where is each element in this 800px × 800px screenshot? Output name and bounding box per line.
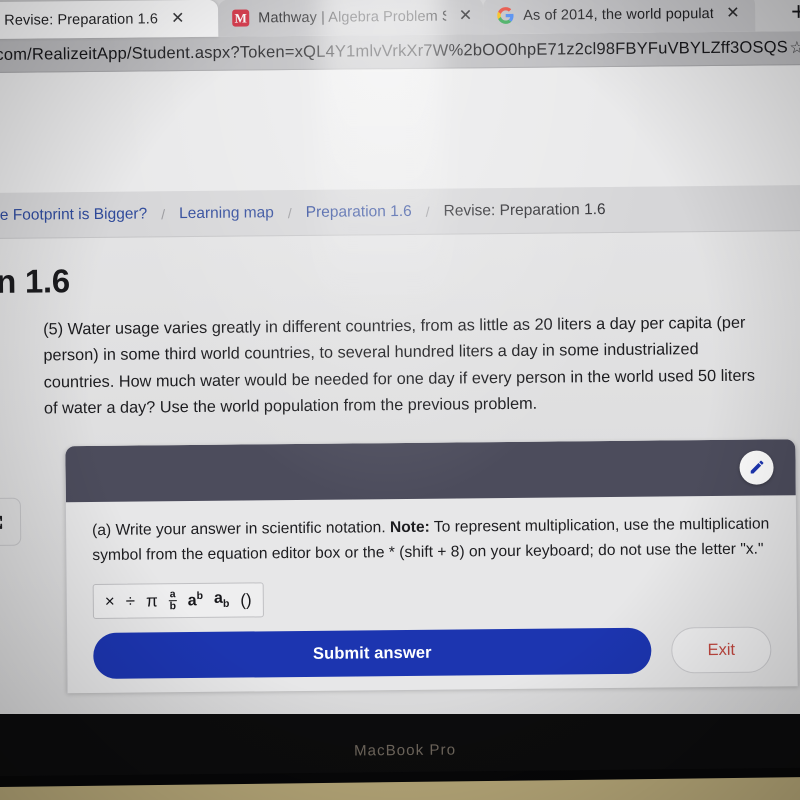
- close-icon[interactable]: ✕: [167, 10, 185, 27]
- laptop-bezel: MacBook Pro: [0, 714, 800, 800]
- equation-editor-toolbar[interactable]: × ÷ π a b ab ab (): [92, 582, 264, 620]
- answer-button-row: Submit answer Exit: [93, 626, 772, 694]
- breadcrumb-item-current: Revise: Preparation 1.6: [443, 200, 606, 220]
- new-tab-button[interactable]: +: [791, 0, 800, 26]
- breadcrumb-separator: /: [161, 205, 166, 222]
- close-icon[interactable]: ✕: [722, 4, 740, 21]
- star-icon[interactable]: ☆: [789, 38, 800, 58]
- breadcrumb-item-learning-map[interactable]: Learning map: [179, 204, 274, 223]
- bezel-inner: MacBook Pro: [0, 714, 800, 777]
- breadcrumb: se Footprint is Bigger? / Learning map /…: [0, 185, 800, 239]
- instruction-pre: (a) Write your answer in scientific nota…: [92, 518, 391, 539]
- answer-card-body: (a) Write your answer in scientific nota…: [66, 495, 798, 694]
- browser-tab-revise[interactable]: Revise: Preparation 1.6 ✕: [0, 0, 219, 39]
- breadcrumb-separator: /: [287, 204, 292, 221]
- pi-icon[interactable]: π: [146, 591, 158, 610]
- subscript-index: b: [222, 598, 230, 611]
- answer-card: (a) Write your answer in scientific nota…: [64, 438, 799, 694]
- submit-answer-button[interactable]: Submit answer: [93, 627, 652, 680]
- fraction-denominator: b: [169, 600, 177, 613]
- subscript-base: a: [213, 590, 223, 608]
- divide-icon[interactable]: ÷: [126, 592, 136, 611]
- desk-surface: [0, 776, 800, 800]
- fraction-icon[interactable]: a b: [168, 588, 177, 613]
- question-text: (5) Water usage varies greatly in differ…: [43, 313, 756, 418]
- macbook-brand-label: MacBook Pro: [353, 740, 457, 760]
- laptop-screen-photo: Revise: Preparation 1.6 ✕ M Mathway | Al…: [0, 0, 800, 800]
- browser-tab-mathway[interactable]: M Mathway | Algebra Problem Sol ✕: [218, 0, 484, 37]
- breadcrumb-item-preparation[interactable]: Preparation 1.6: [306, 202, 412, 221]
- multiply-icon[interactable]: ×: [105, 592, 115, 611]
- answer-card-header: [65, 438, 796, 502]
- breadcrumb-item-footprint[interactable]: se Footprint is Bigger?: [0, 205, 147, 224]
- tab-title: Revise: Preparation 1.6: [4, 10, 159, 29]
- answer-instruction: (a) Write your answer in scientific nota…: [92, 511, 770, 568]
- tab-title: As of 2014, the world populatio: [523, 5, 714, 24]
- superscript-exponent: b: [196, 590, 204, 603]
- page-content: se Footprint is Bigger? / Learning map /…: [0, 185, 800, 758]
- expand-arrows-icon[interactable]: [0, 497, 22, 547]
- url-input[interactable]: .com/RealizeitApp/Student.aspx?Token=xQL…: [0, 38, 789, 65]
- parentheses-icon[interactable]: (): [240, 591, 252, 610]
- exit-button[interactable]: Exit: [671, 626, 772, 674]
- close-icon[interactable]: ✕: [455, 7, 473, 24]
- superscript-icon[interactable]: ab: [188, 590, 204, 610]
- instruction-note-label: Note:: [389, 518, 430, 536]
- browser-window: Revise: Preparation 1.6 ✕ M Mathway | Al…: [0, 0, 800, 758]
- breadcrumb-separator: /: [425, 203, 430, 220]
- tab-title: Mathway | Algebra Problem Sol: [258, 8, 446, 26]
- subscript-icon[interactable]: ab: [214, 590, 230, 610]
- browser-tab-google-search[interactable]: As of 2014, the world populatio ✕: [483, 0, 756, 35]
- page-title: tion 1.6: [0, 262, 71, 301]
- superscript-base: a: [187, 592, 197, 610]
- google-icon: [497, 7, 514, 24]
- mathway-icon: M: [232, 9, 250, 27]
- pencil-icon[interactable]: [739, 450, 774, 485]
